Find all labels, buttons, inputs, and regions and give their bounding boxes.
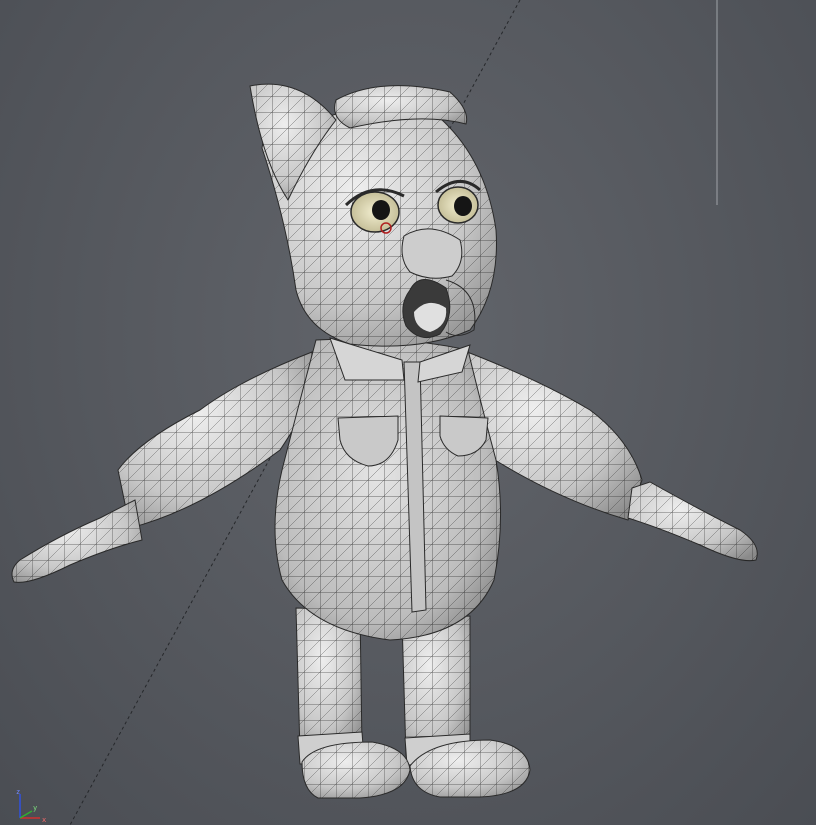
right-pupil xyxy=(454,196,472,216)
left-shoe[interactable] xyxy=(301,741,411,799)
axis-gizmo: z x y xyxy=(16,788,46,824)
z-axis-label: z xyxy=(16,788,20,796)
right-hand[interactable] xyxy=(627,481,758,562)
left-hand[interactable] xyxy=(11,499,143,583)
snout xyxy=(401,228,463,279)
left-pupil xyxy=(372,200,390,220)
y-axis-label: y xyxy=(33,804,37,812)
x-axis-label: x xyxy=(42,816,46,824)
character-model[interactable] xyxy=(11,83,758,799)
torso[interactable] xyxy=(274,337,502,641)
3d-viewport[interactable]: z x y xyxy=(0,0,816,825)
